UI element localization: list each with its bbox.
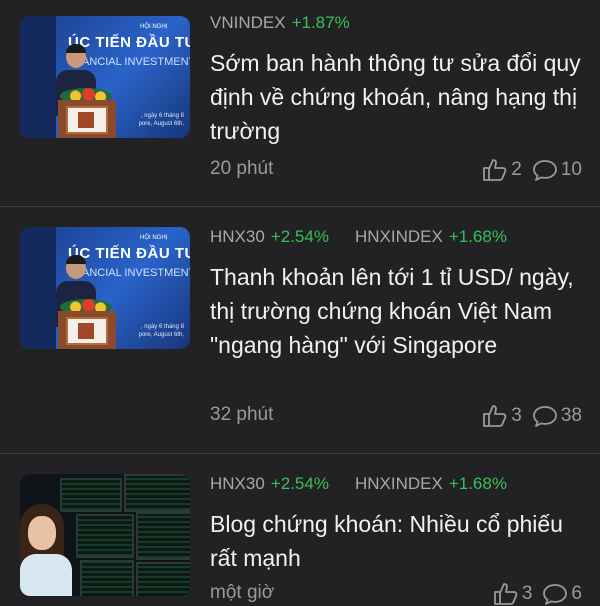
thumbnail-caption: HỘI NGHỊ [140,235,168,241]
like-count: 2 [511,159,522,180]
article-headline[interactable]: Thanh khoản lên tới 1 tỉ USD/ ngày, thị … [210,260,582,362]
ticker-tags: VNINDEX +1.87% [210,12,582,34]
ticker-name: HNXINDEX [354,227,443,246]
thumbnail-subtitle: ANCIAL INVESTMENT C [82,56,190,68]
like-button[interactable]: 3 [482,404,522,428]
article-thumbnail[interactable] [20,474,190,596]
ticker-tag[interactable]: HNXINDEX +1.68% [355,473,507,495]
like-button[interactable]: 3 [493,582,533,606]
comment-count: 6 [571,583,582,604]
ticker-change: +1.68% [448,474,507,493]
like-count: 3 [511,405,522,426]
comment-button[interactable]: 10 [532,158,582,182]
article-thumbnail[interactable]: HỘI NGHỊ ÚC TIẾN ĐẦU TƯ T ANCIAL INVESTM… [20,227,190,349]
ticker-tag[interactable]: HNX30 +2.54% [210,473,329,495]
ticker-tags: HNX30 +2.54% HNXINDEX +1.68% [210,226,582,248]
comment-bubble-icon [532,160,557,181]
ticker-change: +1.87% [291,13,350,32]
ticker-change: +2.54% [270,227,329,246]
comment-count: 10 [560,159,582,180]
thumbnail-caption: HỘI NGHỊ [140,24,168,30]
ticker-name: HNXINDEX [354,474,443,493]
article-card[interactable]: HỘI NGHỊ ÚC TIẾN ĐẦU TƯ T ANCIAL INVESTM… [0,0,600,207]
ticker-change: +2.54% [270,474,329,493]
article-time: 32 phút [210,404,274,425]
comment-count: 38 [560,405,582,426]
article-headline[interactable]: Blog chứng khoán: Nhiều cổ phiếu rất mạn… [210,507,582,575]
comment-bubble-icon [543,584,568,605]
comment-button[interactable]: 6 [542,582,582,606]
thumbs-up-icon [483,159,507,181]
thumbnail-subtitle: ANCIAL INVESTMENT C [82,267,190,279]
article-card[interactable]: HỘI NGHỊ ÚC TIẾN ĐẦU TƯ T ANCIAL INVESTM… [0,207,600,454]
article-time: một giờ [210,582,275,603]
ticker-name: VNINDEX [210,13,286,32]
article-card[interactable]: HNX30 +2.54% HNXINDEX +1.68% Blog chứng kh… [0,454,600,605]
ticker-name: HNX30 [210,227,265,246]
like-button[interactable]: 2 [482,158,522,182]
ticker-tag[interactable]: HNX30 +2.54% [210,226,329,248]
logo-icon [78,323,94,339]
ticker-change: +1.68% [448,227,507,246]
thumbs-up-icon [493,583,518,605]
ticker-tags: HNX30 +2.54% HNXINDEX +1.68% [210,473,582,495]
article-thumbnail[interactable]: HỘI NGHỊ ÚC TIẾN ĐẦU TƯ T ANCIAL INVESTM… [20,16,190,138]
logo-icon [78,112,94,128]
ticker-tag[interactable]: HNXINDEX +1.68% [355,226,507,248]
ticker-tag[interactable]: VNINDEX +1.87% [210,12,350,34]
ticker-name: HNX30 [210,474,265,493]
thumbs-up-icon [483,405,507,427]
thumbnail-title: ÚC TIẾN ĐẦU TƯ T [68,34,190,51]
article-headline[interactable]: Sớm ban hành thông tư sửa đổi quy định v… [210,46,582,148]
comment-bubble-icon [532,406,557,427]
thumbnail-title: ÚC TIẾN ĐẦU TƯ T [68,245,190,262]
news-feed: HỘI NGHỊ ÚC TIẾN ĐẦU TƯ T ANCIAL INVESTM… [0,0,600,605]
like-count: 3 [521,583,533,604]
comment-button[interactable]: 38 [532,404,582,428]
article-time: 20 phút [210,158,274,179]
